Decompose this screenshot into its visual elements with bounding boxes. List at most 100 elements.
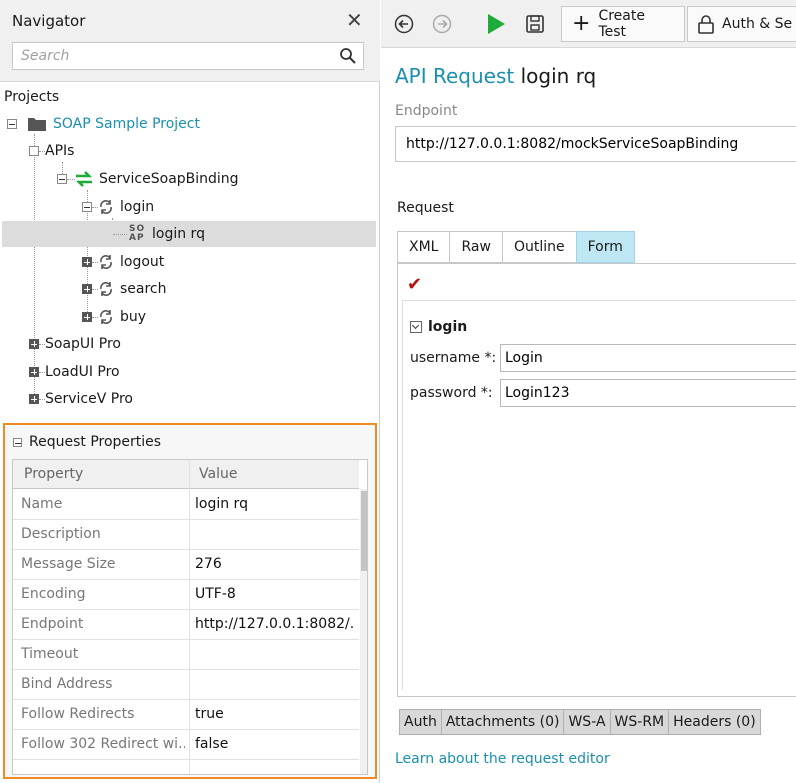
auth-security-label: Auth & Se [722, 16, 793, 32]
collapse-icon[interactable] [13, 438, 22, 447]
tree-item-login[interactable]: login [82, 194, 154, 220]
bottom-tabs: Auth Attachments (0) WS-A WS-RM Headers … [399, 709, 761, 735]
search-icon[interactable] [339, 47, 357, 65]
tab-headers[interactable]: Headers (0) [668, 709, 761, 735]
expand-icon[interactable] [29, 367, 39, 377]
tree-item-project[interactable]: SOAP Sample Project [7, 111, 200, 137]
expand-icon[interactable] [82, 312, 92, 322]
search-input[interactable] [21, 46, 331, 66]
plus-icon: + [572, 11, 591, 36]
expand-icon[interactable] [29, 394, 39, 404]
table-row[interactable]: Description [13, 520, 359, 550]
tab-raw[interactable]: Raw [449, 231, 502, 263]
tree-item-buy[interactable]: buy [82, 304, 146, 330]
table-row[interactable]: Message Size 276 [13, 550, 359, 580]
tree-item-search[interactable]: search [82, 276, 167, 302]
binding-label: ServiceSoapBinding [99, 171, 239, 187]
search-label: search [120, 281, 167, 297]
tree-connector [67, 178, 75, 180]
tree-item-binding[interactable]: ServiceSoapBinding [57, 166, 239, 192]
property-key: Description [21, 526, 101, 542]
folder-icon [28, 118, 46, 131]
property-key: Follow 302 Redirect wi... [21, 736, 185, 752]
table-header: Property Value [13, 460, 359, 489]
page-title: API Request login rq [395, 64, 596, 88]
collapse-icon[interactable] [29, 146, 39, 156]
expand-icon[interactable] [82, 284, 92, 294]
learn-more-link[interactable]: Learn about the request editor [395, 751, 610, 767]
column-header-value[interactable]: Value [199, 466, 237, 482]
tab-xml[interactable]: XML [397, 231, 450, 263]
tab-ws-rm[interactable]: WS-RM [609, 709, 669, 735]
play-icon [488, 14, 505, 34]
project-label: SOAP Sample Project [53, 116, 200, 132]
property-value[interactable]: 276 [195, 556, 355, 572]
column-header-property[interactable]: Property [24, 466, 83, 482]
property-value[interactable]: UTF-8 [195, 586, 355, 602]
tree-item-soapui-pro[interactable]: SoapUI Pro [29, 331, 121, 357]
operation-icon [100, 255, 112, 269]
run-button[interactable] [483, 6, 509, 42]
vertical-scrollbar[interactable] [360, 489, 367, 774]
expand-icon[interactable] [82, 257, 92, 267]
auth-security-button[interactable]: Auth & Se [687, 6, 796, 42]
tab-auth[interactable]: Auth [399, 709, 441, 735]
tree-item-loadui-pro[interactable]: LoadUI Pro [29, 359, 120, 385]
login-section-header[interactable]: login [410, 319, 467, 335]
table-row[interactable]: Timeout [13, 640, 359, 670]
table-row[interactable]: Encoding UTF-8 [13, 580, 359, 610]
endpoint-field[interactable] [395, 126, 796, 162]
property-key: Bind Address [21, 676, 113, 692]
collapse-icon[interactable] [82, 202, 92, 212]
password-field[interactable] [500, 379, 796, 407]
tree-item-apis[interactable]: APIs [29, 138, 74, 164]
servicev-pro-label: ServiceV Pro [45, 391, 133, 407]
tab-ws-a[interactable]: WS-A [563, 709, 610, 735]
tab-outline[interactable]: Outline [501, 231, 576, 263]
form-content: login username *: password *: [402, 300, 796, 690]
search-box[interactable] [12, 42, 364, 70]
forward-button[interactable] [429, 6, 455, 42]
login-rq-label: login rq [152, 226, 205, 242]
apis-label: APIs [45, 143, 75, 159]
username-field[interactable] [500, 344, 796, 372]
back-button[interactable] [391, 6, 417, 42]
operation-icon [100, 200, 112, 214]
username-label: username *: [410, 350, 497, 366]
tab-attachments[interactable]: Attachments (0) [440, 709, 564, 735]
request-tabs: XML Raw Outline Form [397, 231, 635, 263]
tab-form[interactable]: Form [575, 231, 635, 263]
tree-item-logout[interactable]: logout [82, 249, 164, 275]
expand-icon[interactable] [29, 339, 39, 349]
property-value[interactable]: true [195, 706, 355, 722]
table-row[interactable]: Endpoint http://127.0.0.1:8082/... [13, 610, 359, 640]
close-icon[interactable]: ✕ [346, 9, 363, 31]
navigator-header: Navigator ✕ [0, 0, 380, 82]
table-row[interactable]: Name login rq [13, 490, 359, 520]
property-value[interactable]: false [195, 736, 355, 752]
save-button[interactable] [522, 6, 548, 42]
collapse-icon[interactable] [57, 174, 67, 184]
validate-check-icon[interactable]: ✔ [407, 274, 422, 295]
property-value[interactable]: login rq [195, 496, 355, 512]
table-row[interactable]: Bind Address [13, 670, 359, 700]
back-arrow-icon [394, 14, 414, 34]
tree-item-servicev-pro[interactable]: ServiceV Pro [29, 386, 133, 412]
table-row[interactable]: Follow 302 Redirect wi... false [13, 730, 359, 760]
property-key: Timeout [21, 646, 79, 662]
property-value[interactable]: http://127.0.0.1:8082/... [195, 616, 355, 632]
operation-icon [100, 310, 112, 324]
tree-item-login-rq[interactable]: SO AP login rq [2, 221, 376, 247]
collapse-icon[interactable] [7, 119, 17, 129]
scrollbar-thumb[interactable] [361, 491, 367, 571]
navigator-panel: Navigator ✕ Projects SOAP Sample Project… [0, 0, 380, 783]
soapui-pro-label: SoapUI Pro [45, 336, 121, 352]
toolbar: + Create Test Auth & Se [381, 0, 796, 48]
request-editor: + Create Test Auth & Se API Request logi… [381, 0, 796, 783]
title-prefix: API Request [395, 64, 515, 88]
interface-swap-icon [75, 171, 93, 187]
collapse-section-icon[interactable] [410, 321, 422, 333]
table-row[interactable]: Follow Redirects true [13, 700, 359, 730]
login-section-label: login [428, 319, 468, 335]
create-test-button[interactable]: + Create Test [561, 6, 685, 42]
